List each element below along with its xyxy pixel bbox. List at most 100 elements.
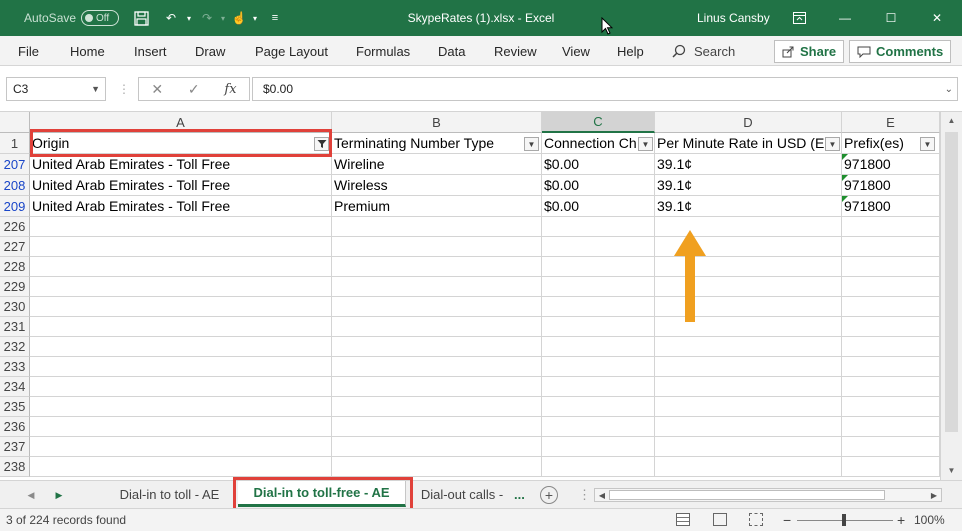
empty-cell[interactable] xyxy=(30,417,332,437)
row-header[interactable]: 238 xyxy=(0,457,30,477)
zoom-in-icon[interactable]: + xyxy=(897,509,905,531)
dropdown-arrow-icon[interactable]: ▼ xyxy=(920,137,935,151)
empty-cell[interactable] xyxy=(842,297,940,317)
cell-connection[interactable]: $0.00 xyxy=(542,154,655,175)
empty-cell[interactable] xyxy=(30,337,332,357)
autosave-toggle[interactable]: Off xyxy=(81,0,119,36)
maximize-icon[interactable]: ☐ xyxy=(868,0,914,36)
empty-cell[interactable] xyxy=(332,257,542,277)
empty-cell[interactable] xyxy=(842,317,940,337)
page-break-view-icon[interactable] xyxy=(749,513,763,526)
row-header[interactable]: 1 xyxy=(0,133,30,154)
row-header[interactable]: 228 xyxy=(0,257,30,277)
vertical-scrollbar[interactable]: ▲ ▼ xyxy=(940,112,962,480)
sheet-tab-dial-in-toll-free[interactable]: Dial-in to toll-free - AE xyxy=(238,481,406,507)
scroll-up-icon[interactable]: ▲ xyxy=(941,112,962,128)
comments-button[interactable]: Comments xyxy=(849,40,952,63)
cell-prefix[interactable]: 971800 xyxy=(842,175,940,196)
previous-sheet-icon[interactable]: ◀ xyxy=(22,481,40,509)
tab-insert[interactable]: Insert xyxy=(134,36,167,66)
dropdown-arrow-icon[interactable]: ▼ xyxy=(638,137,653,151)
row-header[interactable]: 235 xyxy=(0,397,30,417)
empty-cell[interactable] xyxy=(655,457,842,477)
header-cell-type[interactable]: Terminating Number Type ▼ xyxy=(332,133,542,154)
empty-cell[interactable] xyxy=(30,457,332,477)
cell-origin[interactable]: United Arab Emirates - Toll Free xyxy=(30,154,332,175)
cell-type[interactable]: Premium xyxy=(332,196,542,217)
tab-draw[interactable]: Draw xyxy=(195,36,225,66)
empty-cell[interactable] xyxy=(542,257,655,277)
empty-cell[interactable] xyxy=(542,337,655,357)
user-name[interactable]: Linus Cansby xyxy=(697,0,770,36)
customize-icon[interactable]: ≡ xyxy=(264,0,286,36)
scroll-right-icon[interactable]: ▶ xyxy=(927,488,941,502)
splitter-icon[interactable]: ⋮ xyxy=(578,487,591,503)
empty-cell[interactable] xyxy=(842,217,940,237)
header-cell-rate[interactable]: Per Minute Rate in USD (E ▼ xyxy=(655,133,842,154)
tab-formulas[interactable]: Formulas xyxy=(356,36,410,66)
zoom-out-icon[interactable]: − xyxy=(783,509,791,531)
cell-prefix[interactable]: 971800 xyxy=(842,154,940,175)
row-header[interactable]: 237 xyxy=(0,437,30,457)
sheet-tab-dial-in-toll[interactable]: Dial-in to toll - AE xyxy=(104,481,236,507)
tab-file[interactable]: File xyxy=(18,36,39,66)
cell-type[interactable]: Wireless xyxy=(332,175,542,196)
next-sheet-icon[interactable]: ▶ xyxy=(50,481,68,509)
empty-cell[interactable] xyxy=(842,397,940,417)
empty-cell[interactable] xyxy=(30,357,332,377)
row-header[interactable]: 227 xyxy=(0,237,30,257)
row-header[interactable]: 208 xyxy=(0,175,30,196)
save-icon[interactable] xyxy=(130,0,152,36)
empty-cell[interactable] xyxy=(542,437,655,457)
tab-page-layout[interactable]: Page Layout xyxy=(255,36,328,66)
empty-cell[interactable] xyxy=(542,297,655,317)
cell-origin[interactable]: United Arab Emirates - Toll Free xyxy=(30,196,332,217)
chevron-down-icon[interactable]: ▼ xyxy=(91,84,100,94)
tab-data[interactable]: Data xyxy=(438,36,465,66)
dropdown-arrow-icon[interactable]: ▼ xyxy=(825,137,840,151)
empty-cell[interactable] xyxy=(842,257,940,277)
cell-origin[interactable]: United Arab Emirates - Toll Free xyxy=(30,175,332,196)
empty-cell[interactable] xyxy=(655,377,842,397)
cell-connection[interactable]: $0.00 xyxy=(542,175,655,196)
tab-help[interactable]: Help xyxy=(617,36,644,66)
row-header[interactable]: 226 xyxy=(0,217,30,237)
column-header-e[interactable]: E xyxy=(842,112,940,133)
empty-cell[interactable] xyxy=(30,397,332,417)
empty-cell[interactable] xyxy=(542,377,655,397)
formula-input[interactable]: $0.00 ⌄ xyxy=(252,77,958,101)
header-cell-connection[interactable]: Connection Ch ▼ xyxy=(542,133,655,154)
enter-icon[interactable]: ✓ xyxy=(188,81,200,98)
empty-cell[interactable] xyxy=(332,397,542,417)
cell-rate[interactable]: 39.1¢ xyxy=(655,196,842,217)
row-header[interactable]: 230 xyxy=(0,297,30,317)
empty-cell[interactable] xyxy=(542,357,655,377)
cell-prefix[interactable]: 971800 xyxy=(842,196,940,217)
header-cell-prefix[interactable]: Prefix(es) ▼ xyxy=(842,133,940,154)
empty-cell[interactable] xyxy=(842,377,940,397)
empty-cell[interactable] xyxy=(30,257,332,277)
column-header-a[interactable]: A xyxy=(30,112,332,133)
touch-mode-dropdown-icon[interactable]: ▾ xyxy=(244,0,266,36)
empty-cell[interactable] xyxy=(542,457,655,477)
horizontal-scroll-thumb[interactable] xyxy=(609,490,885,500)
zoom-slider-knob[interactable] xyxy=(842,514,846,526)
empty-cell[interactable] xyxy=(542,417,655,437)
row-header[interactable]: 229 xyxy=(0,277,30,297)
cell-rate[interactable]: 39.1¢ xyxy=(655,175,842,196)
empty-cell[interactable] xyxy=(332,317,542,337)
empty-cell[interactable] xyxy=(655,397,842,417)
empty-cell[interactable] xyxy=(30,237,332,257)
empty-cell[interactable] xyxy=(332,417,542,437)
tab-home[interactable]: Home xyxy=(70,36,105,66)
row-header[interactable]: 234 xyxy=(0,377,30,397)
empty-cell[interactable] xyxy=(30,317,332,337)
empty-cell[interactable] xyxy=(332,237,542,257)
dropdown-arrow-icon[interactable]: ▼ xyxy=(524,137,539,151)
empty-cell[interactable] xyxy=(332,297,542,317)
empty-cell[interactable] xyxy=(655,437,842,457)
page-layout-view-icon[interactable] xyxy=(713,513,727,526)
empty-cell[interactable] xyxy=(655,337,842,357)
close-icon[interactable]: ✕ xyxy=(914,0,960,36)
column-header-b[interactable]: B xyxy=(332,112,542,133)
